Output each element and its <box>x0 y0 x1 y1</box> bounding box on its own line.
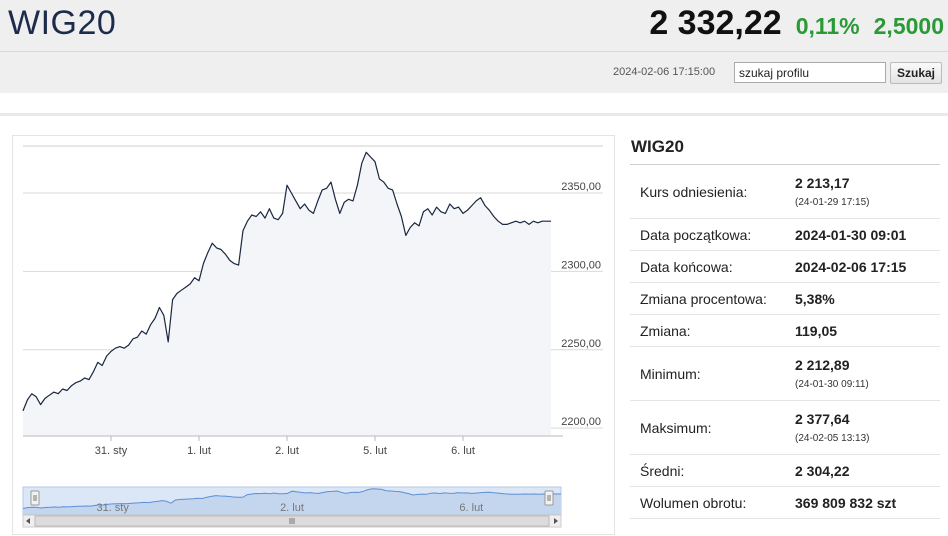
stats-value: 2024-02-06 17:15 <box>795 258 907 275</box>
y-tick-label: 2200,00 <box>561 416 601 428</box>
profile-search-input[interactable] <box>734 62 886 83</box>
stats-value: 2 213,17 <box>795 175 850 191</box>
change-absolute: 2,5000 <box>873 13 944 39</box>
price-chart[interactable]: 2350,00 2300,00 2250,00 2200,00 31. sty 1. lu… <box>12 135 615 535</box>
quote: 2 332,22 0,11% 2,5000 <box>649 4 944 43</box>
stats-row: Data początkowa: 2024-01-30 09:01 <box>630 219 940 251</box>
header-divider <box>0 51 948 52</box>
stats-value: 5,38% <box>795 290 835 307</box>
stats-row: Kurs odniesienia: 2 213,17 (24-01-29 17:15… <box>630 165 940 219</box>
stats-row: Średni: 2 304,22 <box>630 455 940 487</box>
stats-row: Maksimum: 2 377,64 (24-02-05 13:13) <box>630 401 940 455</box>
y-tick-label: 2300,00 <box>561 259 601 271</box>
stats-label: Data początkowa: <box>640 226 752 243</box>
stats-value-block: 5,38% <box>795 291 835 307</box>
stats-value-block: 369 809 832 szt <box>795 495 896 511</box>
y-tick-label: 2350,00 <box>561 181 601 193</box>
stats-value: 119,05 <box>795 322 838 339</box>
stats-label: Zmiana: <box>640 322 691 339</box>
stats-label: Kurs odniesienia: <box>640 183 748 200</box>
section-divider <box>0 113 948 116</box>
stats-value: 369 809 832 szt <box>795 494 897 511</box>
stats-label: Średni: <box>640 462 685 479</box>
stats-value: 2024-01-30 09:01 <box>795 226 907 243</box>
stats-label: Maksimum: <box>640 419 712 436</box>
panel-title: WIG20 <box>630 135 940 165</box>
stats-value: 2 377,64 <box>795 411 850 427</box>
quote-timestamp: 2024-02-06 17:15:00 <box>613 66 716 78</box>
navigator-handle-left[interactable] <box>30 490 40 506</box>
stats-row: Minimum: 2 212,89 (24-01-30 09:11) <box>630 347 940 401</box>
navigator-label: 31. sty <box>96 502 129 514</box>
header: WIG20 2 332,22 0,11% 2,5000 2024-02-06 1… <box>0 0 948 93</box>
stats-value-block: 2 377,64 (24-02-05 13:13) <box>795 411 870 444</box>
stats-value-block: 2 304,22 <box>795 463 850 479</box>
search-button[interactable]: Szukaj <box>890 62 942 84</box>
change-percent: 0,11% <box>795 13 860 39</box>
stats-row: Zmiana: 119,05 <box>630 315 940 347</box>
stats-value-block: 119,05 <box>795 323 837 339</box>
stats-row: Data końcowa: 2024-02-06 17:15 <box>630 251 940 283</box>
stats-row: Zmiana procentowa: 5,38% <box>630 283 940 315</box>
y-tick-label: 2250,00 <box>561 338 601 350</box>
stats-label: Wolumen obrotu: <box>640 494 747 511</box>
stats-label: Data końcowa: <box>640 258 733 275</box>
x-tick-label: 1. lut <box>187 445 211 457</box>
stats-panel: WIG20 Kurs odniesienia: 2 213,17 (24-01-29… <box>630 135 940 519</box>
stats-value: 2 212,89 <box>795 357 850 373</box>
stats-label: Zmiana procentowa: <box>640 290 767 307</box>
x-tick-label: 5. lut <box>363 445 387 457</box>
stats-row: Wolumen obrotu: 369 809 832 szt <box>630 487 940 519</box>
stats-value: 2 304,22 <box>795 462 850 479</box>
series-area <box>23 152 551 437</box>
stats-label: Minimum: <box>640 365 701 382</box>
x-tick-label: 31. sty <box>95 445 128 457</box>
stats-value-block: 2024-01-30 09:01 <box>795 227 906 243</box>
index-title: WIG20 <box>8 4 117 42</box>
navigator-label: 2. lut <box>280 502 304 514</box>
index-price: 2 332,22 <box>649 4 782 42</box>
stats-timestamp: (24-01-29 17:15) <box>795 197 870 208</box>
chart-svg: 2350,00 2300,00 2250,00 2200,00 31. sty 1. lu… <box>22 145 603 528</box>
navigator-label: 6. lut <box>459 502 483 514</box>
stats-rows: Kurs odniesienia: 2 213,17 (24-01-29 17:15… <box>630 165 940 519</box>
stats-timestamp: (24-02-05 13:13) <box>795 433 870 444</box>
navigator-handle-right[interactable] <box>544 490 554 506</box>
stats-timestamp: (24-01-30 09:11) <box>795 379 869 390</box>
stats-value-block: 2 213,17 (24-01-29 17:15) <box>795 175 870 208</box>
x-tick-label: 6. lut <box>451 445 475 457</box>
stats-value-block: 2024-02-06 17:15 <box>795 259 906 275</box>
x-tick-label: 2. lut <box>275 445 299 457</box>
stats-value-block: 2 212,89 (24-01-30 09:11) <box>795 357 869 390</box>
